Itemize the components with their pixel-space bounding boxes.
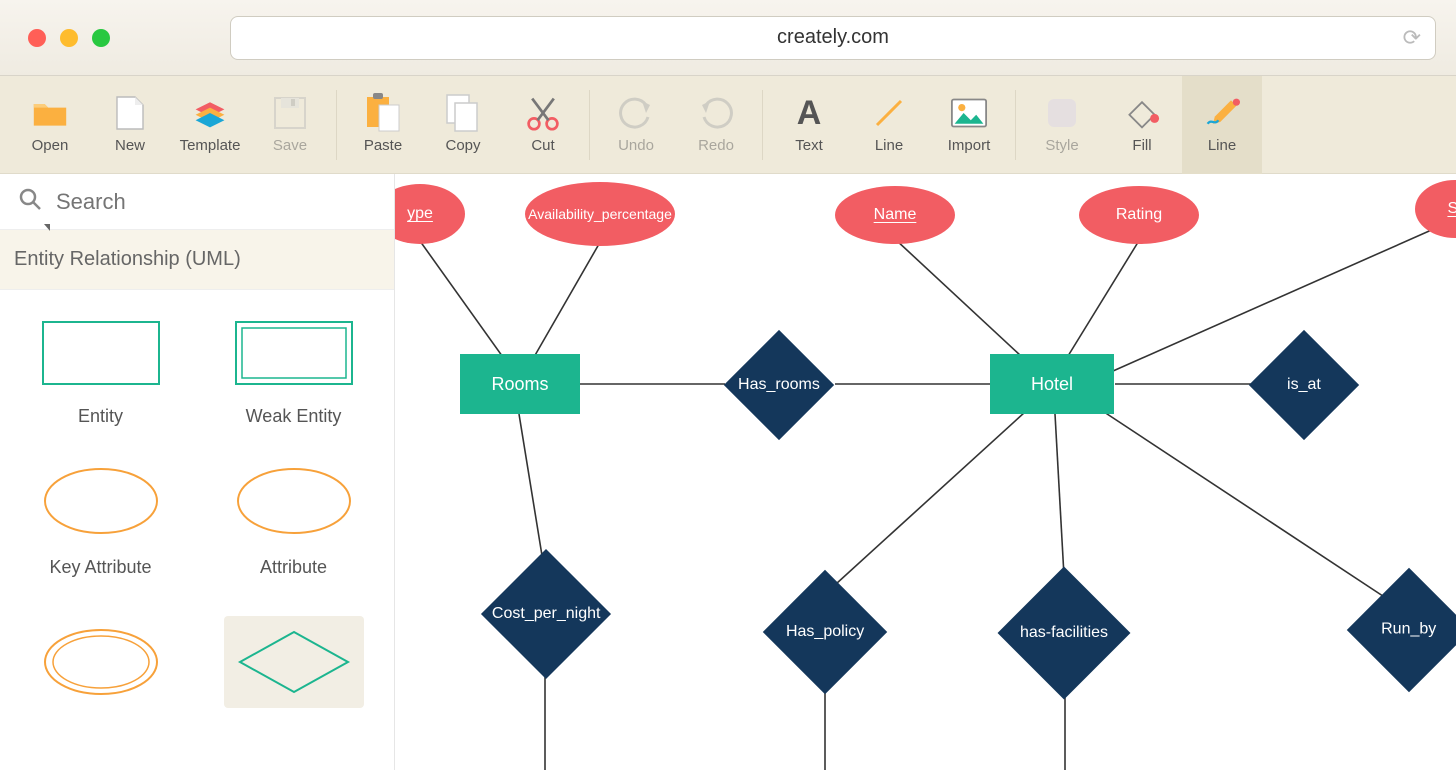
rel-is-at[interactable]: is_at [1249, 330, 1359, 440]
maximize-window-icon[interactable] [92, 29, 110, 47]
image-icon [951, 95, 987, 131]
folder-icon [32, 95, 68, 131]
text-label: Text [795, 137, 823, 154]
style-button[interactable]: Style [1022, 76, 1102, 174]
shape-entity[interactable]: Entity [41, 320, 161, 427]
entity-rooms[interactable]: Rooms [460, 354, 580, 414]
attr-st[interactable]: St [1415, 180, 1456, 238]
toolbar-separator [1015, 90, 1016, 160]
template-button[interactable]: Template [170, 76, 250, 174]
redo-label: Redo [698, 137, 734, 154]
shape-key-attribute[interactable]: Key Attribute [41, 465, 161, 578]
save-icon [272, 95, 308, 131]
paste-icon [365, 95, 401, 131]
shape-attribute[interactable]: Attribute [234, 465, 354, 578]
shape-relationship[interactable] [224, 616, 364, 708]
text-icon: A [791, 95, 827, 131]
url-bar[interactable]: creately.com ⟳ [230, 16, 1436, 60]
shape-label: Weak Entity [246, 406, 342, 427]
browser-chrome: creately.com ⟳ [0, 0, 1456, 76]
open-button[interactable]: Open [10, 76, 90, 174]
text-button[interactable]: A Text [769, 76, 849, 174]
paste-label: Paste [364, 137, 402, 154]
shape-label: Key Attribute [49, 557, 151, 578]
attr-availability[interactable]: Availability_percentage [525, 182, 675, 246]
url-text: creately.com [777, 26, 889, 49]
line-icon [871, 95, 907, 131]
save-button[interactable]: Save [250, 76, 330, 174]
new-button[interactable]: New [90, 76, 170, 174]
shapes-panel: Entity Relationship (UML) ▲ Entity Weak … [0, 174, 395, 770]
undo-button[interactable]: Undo [596, 76, 676, 174]
fill-button[interactable]: Fill [1102, 76, 1182, 174]
import-button[interactable]: Import [929, 76, 1009, 174]
rel-has-policy[interactable]: Has_policy [763, 570, 887, 694]
rel-run-by[interactable]: Run_by [1347, 568, 1456, 692]
attr-type[interactable]: ype [395, 184, 465, 244]
toolbar-separator [336, 90, 337, 160]
redo-icon [698, 95, 734, 131]
shape-multivalued[interactable] [41, 626, 161, 698]
line-button[interactable]: Line [849, 76, 929, 174]
scissors-icon [525, 95, 561, 131]
shape-weak-entity[interactable]: Weak Entity [234, 320, 354, 427]
import-label: Import [948, 137, 991, 154]
undo-icon [618, 95, 654, 131]
shape-label: Entity [78, 406, 123, 427]
redo-button[interactable]: Redo [676, 76, 756, 174]
diagram-canvas[interactable]: ype Availability_percentage Name Rating … [395, 174, 1456, 770]
window-controls [28, 29, 110, 47]
close-window-icon[interactable] [28, 29, 46, 47]
dropdown-triangle-icon[interactable] [44, 224, 50, 231]
rel-has-facilities[interactable]: has-facilities [998, 567, 1131, 700]
search-icon [18, 187, 42, 217]
save-label: Save [273, 137, 307, 154]
diagram-edges [395, 174, 1456, 770]
template-label: Template [180, 137, 241, 154]
attr-name[interactable]: Name [835, 186, 955, 244]
line-style-label: Line [1208, 137, 1236, 154]
copy-icon [445, 95, 481, 131]
fill-label: Fill [1132, 137, 1151, 154]
toolbar-separator [762, 90, 763, 160]
panel-title: Entity Relationship (UML) [0, 230, 394, 290]
shape-label: Attribute [260, 557, 327, 578]
rel-has-rooms[interactable]: Has_rooms [724, 330, 834, 440]
new-label: New [115, 137, 145, 154]
pencil-icon [1204, 95, 1240, 131]
toolbar: Open New Template Save Paste Copy C [0, 76, 1456, 174]
cut-button[interactable]: Cut [503, 76, 583, 174]
fill-icon [1124, 95, 1160, 131]
minimize-window-icon[interactable] [60, 29, 78, 47]
entity-hotel[interactable]: Hotel [990, 354, 1114, 414]
rel-cost-per-night[interactable]: Cost_per_night [481, 549, 611, 679]
toolbar-separator [589, 90, 590, 160]
layers-icon [192, 95, 228, 131]
style-icon [1044, 95, 1080, 131]
reload-icon[interactable]: ⟳ [1403, 25, 1421, 51]
document-icon [112, 95, 148, 131]
cut-label: Cut [531, 137, 554, 154]
workspace: Entity Relationship (UML) ▲ Entity Weak … [0, 174, 1456, 770]
copy-button[interactable]: Copy [423, 76, 503, 174]
style-label: Style [1045, 137, 1078, 154]
line-style-button[interactable]: Line [1182, 76, 1262, 174]
shapes-list: ▲ Entity Weak Entity Key Attribute Attri… [0, 290, 394, 770]
attr-rating[interactable]: Rating [1079, 186, 1199, 244]
search-input[interactable] [56, 189, 376, 215]
open-label: Open [32, 137, 69, 154]
undo-label: Undo [618, 137, 654, 154]
line-label: Line [875, 137, 903, 154]
copy-label: Copy [445, 137, 480, 154]
paste-button[interactable]: Paste [343, 76, 423, 174]
search-row [0, 174, 394, 230]
